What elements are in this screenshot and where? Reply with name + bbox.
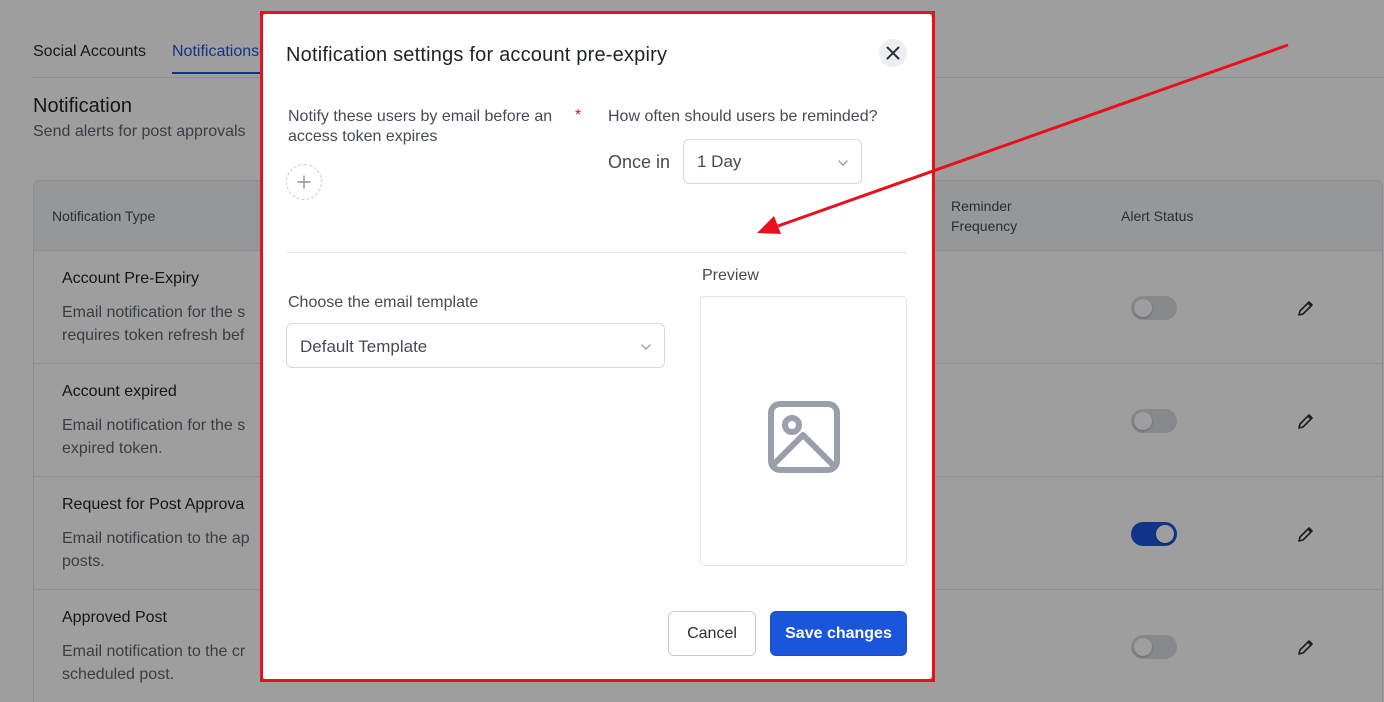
notification-settings-dialog: Notification settings for account pre-ex… <box>262 13 932 680</box>
close-button[interactable] <box>879 39 907 67</box>
close-icon <box>886 46 900 60</box>
email-template-select[interactable]: Default Template <box>286 323 665 368</box>
reminder-frequency-label: How often should users be reminded? <box>608 108 878 125</box>
save-changes-button[interactable]: Save changes <box>770 611 907 656</box>
template-preview <box>700 296 907 566</box>
notify-users-label: Notify these users by email before an ac… <box>288 108 553 145</box>
cancel-button[interactable]: Cancel <box>668 611 756 656</box>
chevron-down-icon <box>641 344 651 350</box>
plus-icon <box>297 175 311 189</box>
required-marker: * <box>575 107 582 124</box>
reminder-frequency-select[interactable]: 1 Day <box>683 139 862 184</box>
selected-template: Default Template <box>300 337 428 356</box>
section-divider <box>286 252 907 253</box>
email-template-label: Choose the email template <box>288 294 479 311</box>
dialog-title: Notification settings for account pre-ex… <box>286 44 668 66</box>
add-user-button[interactable] <box>286 164 322 200</box>
preview-label: Preview <box>702 267 759 284</box>
selected-frequency: 1 Day <box>697 152 742 171</box>
chevron-down-icon <box>838 160 848 166</box>
once-in-label: Once in <box>608 152 671 172</box>
image-placeholder-icon <box>768 401 840 473</box>
